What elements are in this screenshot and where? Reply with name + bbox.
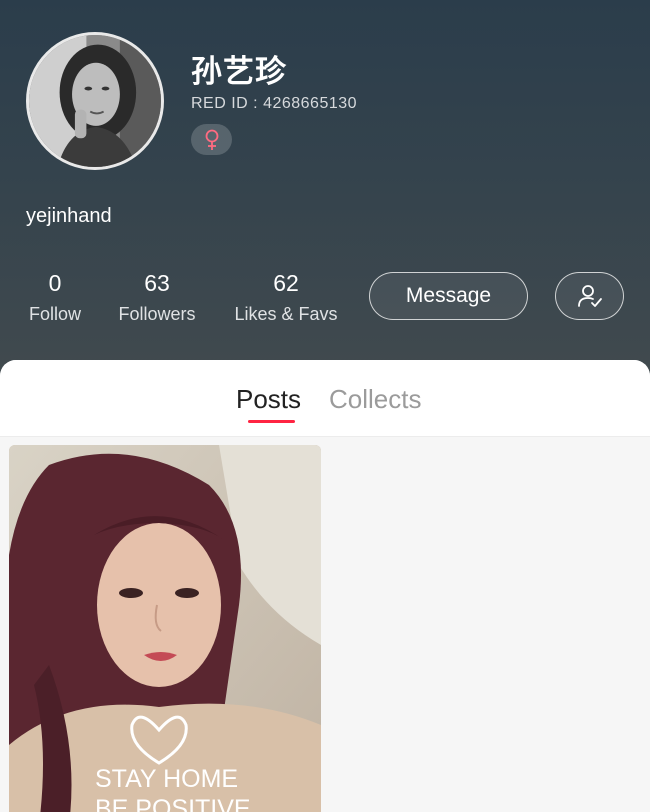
stat-likes-favs[interactable]: 62 Likes & Favs bbox=[228, 269, 344, 325]
shirt-text-line-1: STAY HOME bbox=[95, 765, 238, 793]
stat-value: 62 bbox=[273, 270, 299, 296]
stat-follow[interactable]: 0 Follow bbox=[26, 269, 84, 325]
message-button[interactable]: Message bbox=[369, 272, 528, 320]
red-id: RED ID : 4268665130 bbox=[191, 95, 358, 112]
profile-header: 孙艺珍 RED ID : 4268665130 yejinhand 0 Foll… bbox=[0, 0, 650, 380]
post-image: STAY HOME BE POSITIVE bbox=[9, 445, 321, 812]
gender-badge bbox=[191, 124, 232, 155]
content-panel: Posts Collects STAY HOME BE POSITIVE bbox=[0, 360, 650, 812]
tab-bar: Posts Collects bbox=[0, 360, 650, 437]
stat-label: Likes & Favs bbox=[234, 304, 338, 324]
avatar[interactable] bbox=[26, 32, 164, 170]
profile-description: yejinhand bbox=[26, 205, 112, 227]
profile-name: 孙艺珍 bbox=[191, 54, 287, 89]
stat-label: Follow bbox=[28, 304, 81, 324]
stat-followers[interactable]: 63 Followers bbox=[112, 269, 202, 325]
stat-value: 63 bbox=[144, 270, 170, 296]
post-card[interactable]: STAY HOME BE POSITIVE bbox=[9, 445, 321, 812]
tab-posts[interactable]: Posts bbox=[236, 384, 301, 415]
tab-collects[interactable]: Collects bbox=[329, 384, 421, 415]
female-symbol-icon bbox=[205, 129, 218, 150]
stat-value: 0 bbox=[48, 270, 62, 296]
follow-status-button[interactable] bbox=[555, 272, 624, 320]
active-tab-indicator bbox=[248, 420, 295, 423]
avatar-photo bbox=[29, 35, 161, 167]
user-check-icon bbox=[577, 285, 602, 307]
stat-label: Followers bbox=[118, 304, 196, 324]
shirt-text-line-2: BE POSITIVE bbox=[95, 795, 251, 812]
